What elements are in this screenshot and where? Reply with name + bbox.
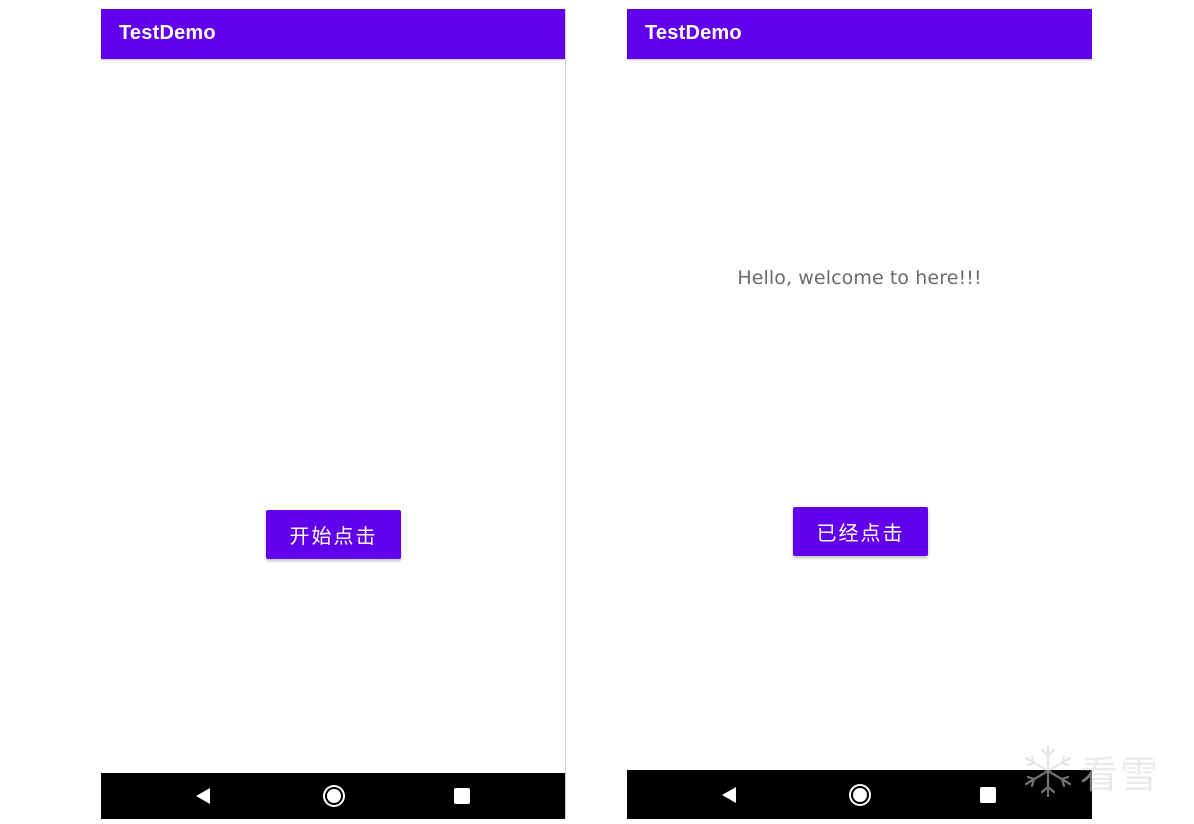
recents-icon (454, 788, 470, 804)
start-click-button[interactable]: 开始点击 (266, 510, 401, 559)
clicked-button[interactable]: 已经点击 (793, 507, 928, 556)
comparison-stage: TestDemo 开始点击 TestDemo Hello, welcome to… (0, 0, 1194, 824)
app-title: TestDemo (119, 22, 216, 44)
watermark: 看雪 (1022, 740, 1182, 802)
nav-home-button[interactable] (304, 773, 364, 819)
welcome-message: Hello, welcome to here!!! (737, 267, 982, 289)
nav-back-button[interactable] (173, 773, 233, 819)
nav-recents-button[interactable] (958, 770, 1018, 819)
app-title: TestDemo (645, 22, 742, 44)
phone-screen-after: TestDemo Hello, welcome to here!!! 已经点击 (627, 9, 1092, 819)
home-icon (327, 789, 341, 803)
nav-back-button[interactable] (699, 770, 759, 819)
back-icon (196, 788, 210, 804)
back-icon (722, 786, 736, 803)
phone-screen-before: TestDemo 开始点击 (101, 9, 566, 819)
system-nav-bar (101, 773, 565, 819)
snowflake-icon (1024, 744, 1072, 798)
app-bar: TestDemo (627, 9, 1092, 59)
watermark-text: 看雪 (1080, 752, 1161, 797)
nav-recents-button[interactable] (432, 773, 492, 819)
home-icon (853, 787, 867, 802)
app-bar: TestDemo (101, 9, 565, 59)
nav-home-button[interactable] (830, 770, 890, 819)
recents-icon (980, 786, 996, 803)
